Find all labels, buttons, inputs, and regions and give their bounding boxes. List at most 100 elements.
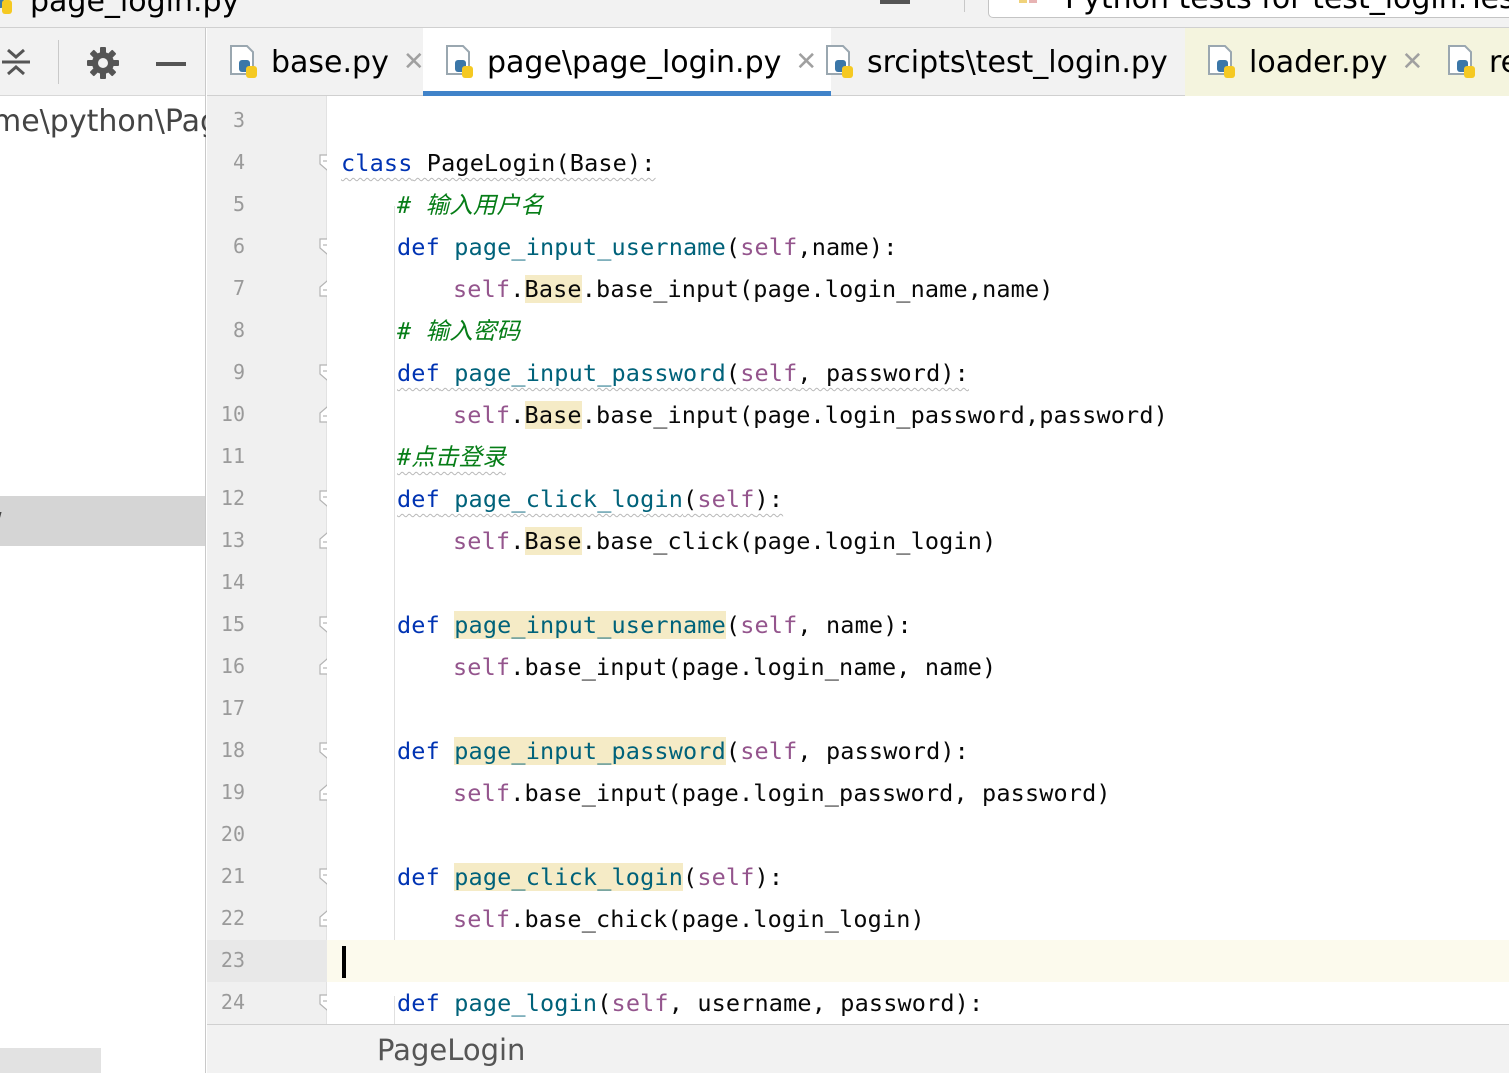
line-number: 23 bbox=[220, 948, 245, 972]
tab-page-login-py[interactable]: page\page_login.py ✕ bbox=[423, 28, 832, 97]
gear-icon[interactable] bbox=[86, 46, 120, 80]
tab-loader-py[interactable]: loader.py ✕ bbox=[1185, 28, 1444, 96]
line-number: 16 bbox=[220, 654, 245, 678]
close-icon[interactable]: ✕ bbox=[795, 47, 817, 77]
gutter-row: 5 bbox=[207, 184, 327, 226]
run-configuration-selector[interactable]: Python tests for test_login.TestLo bbox=[988, 0, 1509, 18]
run-configuration-label: Python tests for test_login.TestLo bbox=[1065, 0, 1509, 16]
self-token: self bbox=[697, 485, 755, 513]
code-line[interactable]: self.base_input(page.login_name, name) bbox=[327, 646, 1509, 688]
line-number: 14 bbox=[220, 570, 245, 594]
code-text: self.base_input(page.login_name, name) bbox=[453, 652, 996, 682]
tab-overflow-partial[interactable]: re bbox=[1429, 28, 1509, 96]
code-token: . bbox=[510, 275, 525, 303]
project-tree-selected-row[interactable]: / bbox=[0, 496, 205, 546]
code-line[interactable]: self.base_input(page.login_password, pas… bbox=[327, 772, 1509, 814]
code-token: . bbox=[510, 527, 525, 555]
code-line[interactable]: def page_input_username(self, name): bbox=[327, 604, 1509, 646]
horizontal-scrollbar[interactable] bbox=[0, 1048, 101, 1073]
code-line[interactable]: # 输入密码 bbox=[327, 310, 1509, 352]
code-line[interactable]: #点击登录 bbox=[327, 436, 1509, 478]
code-token: . bbox=[510, 401, 525, 429]
code-line[interactable]: self.base_chick(page.login_login) bbox=[327, 898, 1509, 940]
comment: # 输入密码 bbox=[397, 317, 521, 345]
close-icon[interactable]: ✕ bbox=[1402, 47, 1424, 77]
hide-panel-icon[interactable] bbox=[156, 62, 186, 66]
gutter-row: 24 bbox=[207, 982, 335, 1024]
line-number: 19 bbox=[220, 780, 245, 804]
close-icon[interactable]: ✕ bbox=[403, 47, 425, 77]
self-token: self bbox=[740, 611, 798, 639]
keyword: def bbox=[397, 989, 440, 1017]
gutter-row: 11 bbox=[207, 436, 327, 478]
highlighted-identifier: Base bbox=[524, 401, 582, 429]
code-token: PageLogin(Base): bbox=[412, 149, 656, 177]
minimize-icon[interactable] bbox=[880, 0, 910, 4]
line-number: 8 bbox=[232, 318, 245, 342]
project-tree-path[interactable]: me\python\Pag bbox=[0, 104, 206, 139]
code-line[interactable]: def page_click_login(self): bbox=[327, 856, 1509, 898]
code-line[interactable]: class PageLogin(Base): bbox=[327, 142, 1509, 184]
code-token: ( bbox=[683, 863, 698, 891]
highlighted-identifier: Base bbox=[524, 527, 582, 555]
gutter-row: 16 bbox=[207, 646, 335, 688]
collapse-all-icon[interactable] bbox=[0, 46, 32, 78]
tab-label: re bbox=[1489, 44, 1509, 80]
tab-test-login-py[interactable]: srcipts\test_login.py ✕ bbox=[825, 28, 1204, 96]
keyword: def bbox=[397, 485, 440, 513]
self-token: self bbox=[453, 275, 511, 303]
code-token: ( bbox=[683, 485, 698, 513]
code-token: ( bbox=[725, 737, 741, 765]
code-line[interactable]: def page_click_login(self): bbox=[327, 478, 1509, 520]
gutter-row: 19 bbox=[207, 772, 335, 814]
code-text: def page_input_password(self, password): bbox=[397, 358, 969, 388]
project-toolbar bbox=[0, 28, 205, 96]
gutter-row: 12 bbox=[207, 478, 335, 520]
code-line[interactable]: self.Base.base_input(page.login_name,nam… bbox=[327, 268, 1509, 310]
code-text: self.base_input(page.login_password, pas… bbox=[453, 778, 1111, 808]
code-token: .base_click(page.login_login) bbox=[581, 527, 997, 555]
code-token: ,name): bbox=[797, 233, 898, 261]
gutter-row: 6 bbox=[207, 226, 335, 268]
python-file-icon bbox=[1448, 45, 1475, 78]
code-text: def page_click_login(self): bbox=[397, 484, 783, 514]
self-token: self bbox=[740, 737, 798, 765]
line-number: 21 bbox=[220, 864, 245, 888]
breadcrumb-item-pagelogin[interactable]: PageLogin bbox=[377, 1033, 525, 1067]
line-number: 20 bbox=[220, 822, 245, 846]
self-token: self bbox=[453, 401, 511, 429]
line-number: 22 bbox=[220, 906, 245, 930]
keyword: def bbox=[397, 737, 440, 765]
python-file-icon bbox=[826, 45, 853, 78]
code-line[interactable]: def page_input_username(self,name): bbox=[327, 226, 1509, 268]
code-line[interactable]: self.Base.base_click(page.login_login) bbox=[327, 520, 1509, 562]
line-number: 12 bbox=[220, 486, 245, 510]
code-token: , password): bbox=[797, 359, 969, 387]
tree-expand-icon[interactable]: / bbox=[0, 510, 2, 533]
comment: # 输入用户名 bbox=[397, 191, 544, 219]
gutter-row: 10 bbox=[207, 394, 335, 436]
code-line[interactable]: def page_login(self, username, password)… bbox=[327, 982, 1509, 1024]
function-name: page_click_login bbox=[454, 863, 683, 891]
line-number: 18 bbox=[220, 738, 245, 762]
gutter-row: 22 bbox=[207, 898, 335, 940]
code-line[interactable]: # 输入用户名 bbox=[327, 184, 1509, 226]
code-token: .base_input(page.login_name, name) bbox=[510, 653, 997, 681]
tab-base-py[interactable]: base.py ✕ bbox=[229, 28, 425, 96]
line-number: 9 bbox=[232, 360, 245, 384]
code-text: def page_input_password(self, password): bbox=[397, 736, 969, 766]
code-line-current[interactable] bbox=[327, 940, 1509, 982]
code-line[interactable]: def page_input_password(self, password): bbox=[327, 352, 1509, 394]
self-token: self bbox=[697, 863, 755, 891]
function-name: page_input_username bbox=[454, 611, 726, 639]
line-number: 24 bbox=[220, 990, 245, 1014]
line-number: 3 bbox=[232, 108, 245, 132]
code-editor[interactable]: class PageLogin(Base): # 输入用户名 def page_… bbox=[327, 96, 1509, 1024]
code-text: self.Base.base_input(page.login_name,nam… bbox=[453, 274, 1054, 304]
code-line[interactable]: self.Base.base_input(page.login_password… bbox=[327, 394, 1509, 436]
code-token: ): bbox=[754, 863, 784, 891]
code-line[interactable]: def page_input_password(self, password): bbox=[327, 730, 1509, 772]
window-title-bar: page_login.py Python tests for test_logi… bbox=[0, 0, 1509, 28]
line-number: 5 bbox=[232, 192, 245, 216]
self-token: self bbox=[453, 653, 511, 681]
